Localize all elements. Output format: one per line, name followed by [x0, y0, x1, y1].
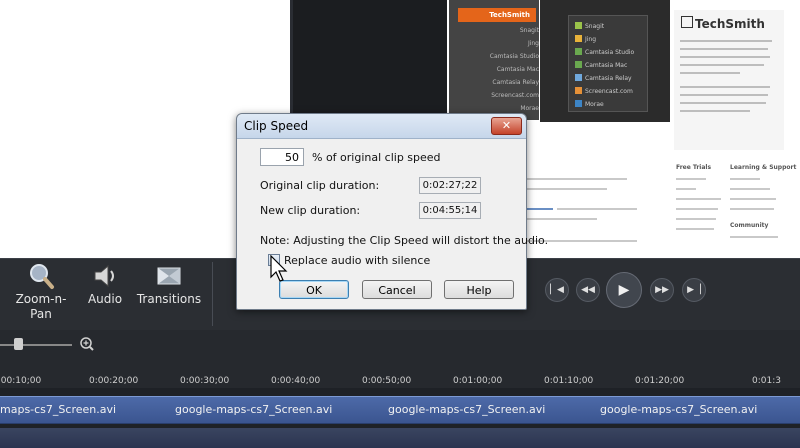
ruler-tick-label: 0:01:00;00	[453, 376, 503, 386]
clip-label: maps-cs7_Screen.avi	[0, 403, 117, 416]
ruler-tick-label: 0:00:50;00	[362, 376, 412, 386]
preview-menu-item: Camtasia Mac	[496, 66, 539, 73]
ruler-tick-label: 0:00:40;00	[271, 376, 321, 386]
mouse-cursor-icon	[270, 255, 288, 282]
skip-back-button[interactable]: ▏◀	[545, 278, 569, 302]
dialog-titlebar[interactable]: Clip Speed ✕	[237, 114, 526, 139]
help-button[interactable]: Help	[444, 280, 514, 299]
rewind-icon: ◀◀	[581, 285, 595, 295]
preview-menu-item: Screencast.com	[491, 92, 539, 99]
zoom-n-pan-label: Zoom-n-Pan	[15, 292, 67, 321]
audio-label: Audio	[87, 292, 123, 306]
preview-community-heading: Community	[730, 222, 769, 229]
fast-forward-button[interactable]: ▶▶	[650, 278, 674, 302]
skip-forward-icon: ▶▕	[687, 285, 701, 295]
transitions-button[interactable]: Transitions	[134, 258, 204, 330]
preview-monitor-item: Camtasia Relay	[575, 74, 632, 82]
preview-menu-item: Jing	[527, 40, 539, 47]
zoom-slider-track[interactable]	[0, 344, 72, 346]
preview-free-trials-heading: Free Trials	[676, 164, 712, 171]
toolbar-separator	[212, 262, 213, 326]
preview-learning-heading: Learning & Support	[730, 164, 797, 171]
replace-audio-label[interactable]: Replace audio with silence	[284, 254, 430, 267]
fast-forward-icon: ▶▶	[655, 285, 669, 295]
preview-monitor-screen: Snagit Jing Camtasia Studio Camtasia Mac…	[568, 15, 648, 112]
ruler-tick-label: 0:01:3	[752, 376, 781, 386]
ruler-tick-label: 0:01:10;00	[544, 376, 594, 386]
preview-monitor-item: Morae	[575, 100, 604, 108]
close-button[interactable]: ✕	[491, 117, 522, 135]
transitions-label: Transitions	[136, 292, 202, 306]
original-duration-value: 0:02:27;22	[419, 177, 481, 194]
audio-distortion-note: Note: Adjusting the Clip Speed will dist…	[260, 234, 549, 247]
new-duration-label: New clip duration:	[260, 204, 361, 217]
preview-monitor-item: Jing	[575, 35, 596, 43]
clip-label: google-maps-cs7_Screen.avi	[175, 403, 333, 416]
clip-label: google-maps-cs7_Screen.avi	[388, 403, 546, 416]
preview-menu-item: Morae	[520, 105, 539, 112]
ok-button[interactable]: OK	[279, 280, 349, 299]
speed-percent-input[interactable]: 50	[260, 148, 304, 166]
ruler-tick-label: 0:00:20;00	[89, 376, 139, 386]
magnifier-icon	[30, 264, 54, 289]
preview-menu-item: Camtasia Relay	[492, 79, 539, 86]
zoom-n-pan-button[interactable]: Zoom-n-Pan	[6, 258, 76, 330]
play-button[interactable]: ▶	[606, 272, 642, 308]
speaker-icon	[94, 264, 114, 288]
timeline-zoom-bar	[0, 330, 800, 358]
techsmith-logo: TechSmith	[681, 16, 765, 31]
original-duration-label: Original clip duration:	[260, 179, 380, 192]
preview-monitor-item: Screencast.com	[575, 87, 633, 95]
skip-forward-button[interactable]: ▶▕	[682, 278, 706, 302]
new-duration-value: 0:04:55;14	[419, 202, 481, 219]
rewind-button[interactable]: ◀◀	[576, 278, 600, 302]
audio-clip-track[interactable]	[0, 428, 800, 448]
ruler-tick-label: 0:00:30;00	[180, 376, 230, 386]
ruler-tick-label: 0:01:20;00	[635, 376, 685, 386]
skip-back-icon: ▏◀	[550, 285, 564, 295]
preview-monitor-item: Camtasia Studio	[575, 48, 634, 56]
preview-menu-item: Snagit	[519, 27, 539, 34]
clip-label: google-maps-cs7_Screen.avi	[600, 403, 758, 416]
transitions-icon	[157, 267, 181, 285]
preview-menu-selected: TechSmith	[458, 8, 536, 22]
audio-button[interactable]: Audio	[80, 258, 130, 330]
preview-logo-box: TechSmith	[674, 10, 784, 150]
logo-mark-icon	[681, 16, 693, 28]
preview-menu-item: Camtasia Studio	[489, 53, 539, 60]
zoom-slider-thumb[interactable]	[14, 338, 23, 350]
preview-menu-item: TechSmith	[489, 11, 530, 19]
dialog-title: Clip Speed	[244, 119, 309, 133]
preview-monitor-item: Camtasia Mac	[575, 61, 627, 69]
speed-percent-label: % of original clip speed	[312, 151, 441, 164]
close-icon: ✕	[501, 119, 512, 132]
play-icon: ▶	[618, 282, 630, 298]
preview-monitor-item: Snagit	[575, 22, 604, 30]
zoom-in-icon[interactable]	[80, 337, 94, 351]
cancel-button[interactable]: Cancel	[362, 280, 432, 299]
ruler-tick-label: 0:00:10;00	[0, 376, 42, 386]
preview-site-menu: TechSmith Snagit Jing Camtasia Studio Ca…	[449, 0, 539, 120]
